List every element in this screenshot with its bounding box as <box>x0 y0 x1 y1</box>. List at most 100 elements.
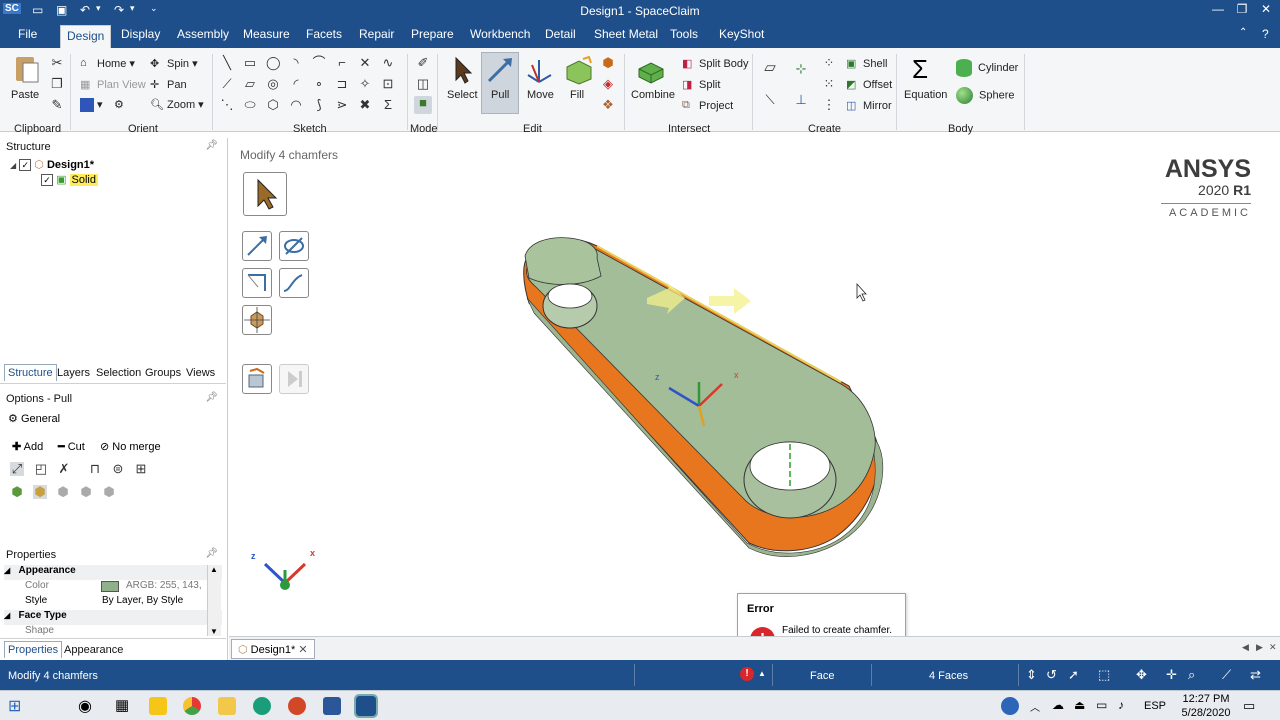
volume-icon[interactable]: ♪ <box>1118 698 1124 712</box>
zoom-button[interactable]: 🔍︎ Zoom ▾ <box>150 98 204 112</box>
appearance-section[interactable]: ◢ Appearance <box>4 565 222 580</box>
visibility-checkbox[interactable]: ✓ <box>19 159 32 171</box>
select-button[interactable]: Select <box>447 89 478 101</box>
sweep-arc-icon[interactable]: ◜ <box>289 77 303 91</box>
tab-structure[interactable]: Structure <box>4 364 57 381</box>
usb-icon[interactable]: ⏏ <box>1074 698 1085 712</box>
chamfer-type-icon[interactable]: ⬢ <box>10 485 24 499</box>
cloud-sync-icon[interactable]: ☁ <box>1052 698 1064 712</box>
format-painter-icon[interactable]: ✎ <box>50 98 64 112</box>
clock-time[interactable]: 12:27 PM <box>1178 693 1234 705</box>
cylinder-button[interactable]: Cylinder <box>956 59 1018 77</box>
clock-date[interactable]: 5/28/2020 <box>1175 707 1237 719</box>
cut-option[interactable]: ━ Cut <box>58 440 85 453</box>
paste-icon[interactable] <box>12 54 42 84</box>
measure-icon[interactable]: ⟋ <box>1222 667 1231 683</box>
snap-icon[interactable]: ⇄ <box>1250 667 1261 683</box>
tab-keyshot[interactable]: KeyShot <box>719 27 764 41</box>
home-button[interactable]: ⌂ Home ▾ <box>80 57 135 71</box>
collapse-icon[interactable]: ◢ <box>4 611 10 620</box>
zoom-mode-icon[interactable]: ⌕ <box>1188 667 1195 683</box>
fill-button[interactable]: Fill <box>570 89 584 101</box>
display-style-icon[interactable]: ⚙ <box>114 98 124 111</box>
boss-top[interactable] <box>524 237 602 285</box>
split-line-icon[interactable]: ✧ <box>358 77 372 91</box>
tab-detail[interactable]: Detail <box>545 27 576 41</box>
section-mode-icon[interactable]: ◫ <box>416 77 430 91</box>
chrome-icon[interactable] <box>183 697 201 715</box>
box-select-icon[interactable]: ⬚ <box>1098 667 1110 683</box>
circular-pattern-icon[interactable]: ⁙ <box>822 77 836 91</box>
three-point-rect-icon[interactable]: ▱ <box>243 77 257 91</box>
general-section[interactable]: ⚙ General <box>8 412 60 425</box>
color-row[interactable]: Color ARGB: 255, 143, <box>4 580 222 595</box>
pin-icon[interactable]: 📌︎ <box>205 392 218 403</box>
extend-icon[interactable]: ✖ <box>358 98 372 112</box>
pivot-option-icon[interactable]: ⊞ <box>134 462 148 476</box>
line-tool-icon[interactable]: ╲ <box>220 56 234 70</box>
tweak-face-icon[interactable]: ◈ <box>601 77 615 91</box>
origin-icon[interactable]: ⊹ <box>794 62 808 76</box>
draft-option-icon[interactable]: ⊓ <box>88 462 102 476</box>
undo-select-icon[interactable]: ↺ <box>1046 667 1057 683</box>
linear-pattern-icon[interactable]: ⁘ <box>822 56 836 70</box>
three-point-circle-icon[interactable]: ◎ <box>266 77 280 91</box>
chamfer-type-selected-icon[interactable]: ⬢ <box>33 485 47 499</box>
document-tab[interactable]: ⬡ Design1* ✕ <box>231 639 315 659</box>
mirror-button[interactable]: ◫ Mirror <box>846 99 892 113</box>
tree-root[interactable]: ◢ ✓ ⬡ Design1* <box>10 158 94 171</box>
minimize-button[interactable]: — <box>1206 2 1230 16</box>
project-button[interactable]: ⧉ Project <box>682 99 733 113</box>
tab-workbench[interactable]: Workbench <box>470 27 530 41</box>
3d-mode-icon[interactable]: ■ <box>414 96 432 114</box>
tab-sheet-metal[interactable]: Sheet Metal <box>594 27 658 41</box>
help-tray-icon[interactable] <box>1001 697 1019 715</box>
view-cube-button[interactable]: ▾ <box>80 98 103 113</box>
split-button[interactable]: ◨ Split <box>682 78 720 92</box>
chamfer-type-icon[interactable]: ⬢ <box>56 485 70 499</box>
equation-curve-icon[interactable]: Σ <box>381 98 395 112</box>
tab-file[interactable]: File <box>18 27 37 41</box>
replace-icon[interactable]: ⬢ <box>601 56 615 70</box>
construction-line-icon[interactable]: ⋱ <box>220 98 234 112</box>
tab-design[interactable]: Design <box>60 25 112 49</box>
tree-item-solid[interactable]: ✓ ▣ Solid <box>41 173 98 186</box>
select-mode-icon[interactable]: ⇕ <box>1026 667 1037 683</box>
sketch-mode-icon[interactable]: ✐ <box>416 56 430 70</box>
circle-tool-icon[interactable]: ◯ <box>266 56 281 70</box>
collapse-icon[interactable]: ◢ <box>4 566 10 575</box>
language-indicator[interactable]: ESP <box>1144 700 1166 712</box>
pin-icon[interactable]: 📌︎ <box>205 140 218 151</box>
pull-icon[interactable] <box>485 55 515 85</box>
tab-appearance[interactable]: Appearance <box>64 644 123 656</box>
part-model[interactable]: z x z x <box>229 138 1280 636</box>
pan-button[interactable]: ✛ Pan <box>150 78 187 92</box>
tab-assembly[interactable]: Assembly <box>177 27 229 41</box>
ellipse-icon[interactable]: ⬭ <box>243 98 257 112</box>
file-explorer-icon[interactable] <box>218 697 236 715</box>
spaceclaim-taskbar-icon[interactable] <box>354 694 378 718</box>
corner-icon[interactable]: ⋗ <box>335 98 349 112</box>
selection-filter[interactable]: Face <box>810 670 834 682</box>
shell-button[interactable]: ▣ Shell <box>846 57 887 71</box>
equation-button[interactable]: Equation <box>904 89 947 101</box>
spin-button[interactable]: ✥ Spin ▾ <box>150 57 198 71</box>
restore-button[interactable]: ❐ <box>1230 2 1254 16</box>
plan-view-button[interactable]: ▦ Plan View <box>80 78 146 92</box>
spline-icon[interactable]: ∿ <box>381 56 395 70</box>
help-icon[interactable]: ? <box>1262 27 1269 41</box>
sweep-option-icon[interactable]: ✗ <box>57 462 71 476</box>
point-icon[interactable]: ∘ <box>312 77 326 91</box>
tab-prepare[interactable]: Prepare <box>411 27 454 41</box>
no-merge-option[interactable]: ⊘ No merge <box>100 440 161 453</box>
design-canvas[interactable]: Modify 4 chamfers ANSYS 2020 R1 ACADEMIC <box>229 138 1280 636</box>
blend-icon[interactable]: ❖ <box>601 98 615 112</box>
combine-button[interactable]: Combine <box>631 89 675 101</box>
chamfer-type-icon[interactable]: ⬢ <box>79 485 93 499</box>
offset-curve-icon[interactable]: ⊐ <box>335 77 349 91</box>
tab-selection[interactable]: Selection <box>96 367 141 379</box>
pan-mode-icon[interactable]: ✛ <box>1166 667 1177 683</box>
tangent-line-icon[interactable]: ⟋ <box>220 77 234 91</box>
start-icon[interactable]: ⊞ <box>8 696 21 716</box>
fill-icon[interactable] <box>563 55 593 85</box>
